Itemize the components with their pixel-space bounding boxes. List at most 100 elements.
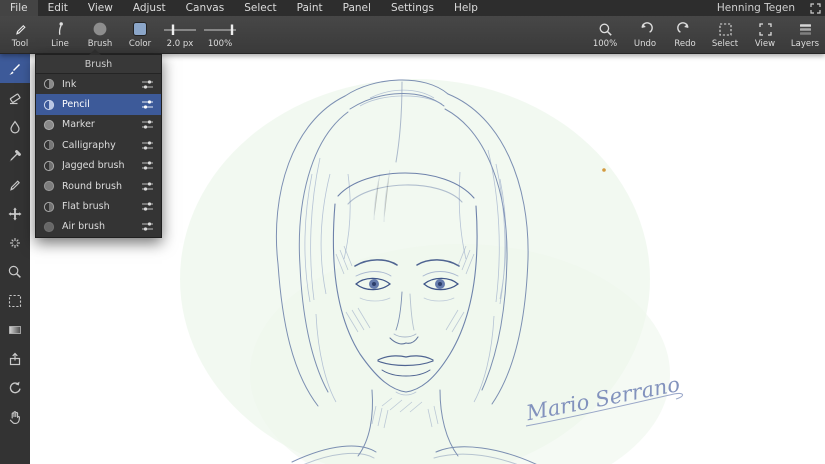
menu-settings[interactable]: Settings bbox=[381, 0, 444, 16]
brush-settings-icon[interactable] bbox=[141, 181, 154, 192]
brush-item-label: Flat brush bbox=[62, 201, 134, 212]
magnifier-icon bbox=[598, 21, 613, 38]
menu-bar: File Edit View Adjust Canvas Select Pain… bbox=[0, 0, 825, 16]
brush-dropdown-panel: Brush Ink Pencil Marker Calligraphy Jagg… bbox=[35, 54, 162, 238]
menu-select[interactable]: Select bbox=[234, 0, 286, 16]
brush-settings-icon[interactable] bbox=[141, 99, 154, 110]
layers-icon bbox=[798, 21, 813, 38]
frame-icon bbox=[758, 21, 773, 38]
panel-arrow bbox=[89, 49, 101, 55]
view-button[interactable]: View bbox=[745, 16, 785, 53]
zoom-value: 100% bbox=[593, 40, 617, 49]
sidebar-pencil-tool[interactable] bbox=[0, 170, 30, 199]
slider-icon bbox=[203, 21, 237, 38]
brush-item-round-brush[interactable]: Round brush bbox=[36, 176, 161, 196]
brush-tip-icon bbox=[43, 99, 55, 111]
marquee-icon bbox=[718, 21, 733, 38]
brush-item-marker[interactable]: Marker bbox=[36, 115, 161, 135]
sidebar-gradient-tool[interactable] bbox=[0, 315, 30, 344]
line-label: Line bbox=[51, 40, 69, 49]
share-icon bbox=[7, 351, 23, 367]
sidebar-magic-wand-tool[interactable] bbox=[0, 228, 30, 257]
brush-item-jagged-brush[interactable]: Jagged brush bbox=[36, 156, 161, 176]
fullscreen-icon[interactable] bbox=[805, 3, 825, 14]
brush-item-label: Jagged brush bbox=[62, 160, 134, 171]
layers-label: Layers bbox=[791, 40, 819, 49]
sidebar-eyedropper-tool[interactable] bbox=[0, 141, 30, 170]
menu-file[interactable]: File bbox=[0, 0, 38, 16]
brush-tip-icon bbox=[43, 180, 55, 192]
layers-button[interactable]: Layers bbox=[785, 16, 825, 53]
brush-settings-icon[interactable] bbox=[141, 119, 154, 130]
brush-item-label: Pencil bbox=[62, 99, 134, 110]
brush-item-label: Air brush bbox=[62, 221, 134, 232]
sidebar-smudge-tool[interactable] bbox=[0, 112, 30, 141]
gradient-icon bbox=[7, 322, 23, 338]
brush-preview-icon bbox=[92, 21, 108, 38]
brush-item-calligraphy[interactable]: Calligraphy bbox=[36, 135, 161, 155]
pencil-icon bbox=[13, 21, 28, 38]
sidebar-eraser-tool[interactable] bbox=[0, 83, 30, 112]
menu-canvas[interactable]: Canvas bbox=[176, 0, 235, 16]
sparkle-icon bbox=[7, 235, 23, 251]
brush-item-pencil[interactable]: Pencil bbox=[36, 94, 161, 114]
opacity-slider[interactable]: 100% bbox=[200, 16, 240, 53]
sidebar-hand-tool[interactable] bbox=[0, 402, 30, 431]
brush-settings-icon[interactable] bbox=[141, 140, 154, 151]
undo-label: Undo bbox=[634, 40, 656, 49]
brush-item-air-brush[interactable]: Air brush bbox=[36, 217, 161, 237]
stroke-size-slider[interactable]: 2.0 px bbox=[160, 16, 200, 53]
magnifier-icon bbox=[7, 264, 23, 280]
tool-button[interactable]: Tool bbox=[0, 16, 40, 53]
pencil-icon bbox=[7, 177, 23, 193]
brush-panel-title: Brush bbox=[36, 55, 161, 74]
sidebar-move-tool[interactable] bbox=[0, 199, 30, 228]
brush-item-flat-brush[interactable]: Flat brush bbox=[36, 196, 161, 216]
brush-tip-icon bbox=[43, 201, 55, 213]
marquee-icon bbox=[7, 293, 23, 309]
move-icon bbox=[7, 206, 23, 222]
rotate-ccw-icon bbox=[7, 380, 23, 396]
brush-item-ink[interactable]: Ink bbox=[36, 74, 161, 94]
brush-tip-icon bbox=[43, 160, 55, 172]
brush-item-label: Marker bbox=[62, 119, 134, 130]
select-button[interactable]: Select bbox=[705, 16, 745, 53]
brush-item-label: Calligraphy bbox=[62, 140, 134, 151]
redo-icon bbox=[677, 21, 693, 38]
sidebar-rect-select-tool[interactable] bbox=[0, 286, 30, 315]
menu-help[interactable]: Help bbox=[444, 0, 488, 16]
brush-settings-icon[interactable] bbox=[141, 79, 154, 90]
brush-button[interactable]: Brush bbox=[80, 16, 120, 53]
sidebar-export-tool[interactable] bbox=[0, 344, 30, 373]
brush-settings-icon[interactable] bbox=[141, 221, 154, 232]
sidebar-rotate-tool[interactable] bbox=[0, 373, 30, 402]
menu-paint[interactable]: Paint bbox=[287, 0, 333, 16]
menu-panel[interactable]: Panel bbox=[333, 0, 381, 16]
brush-icon bbox=[7, 61, 23, 77]
line-button[interactable]: Line bbox=[40, 16, 80, 53]
undo-button[interactable]: Undo bbox=[625, 16, 665, 53]
toolbar-spacer bbox=[240, 16, 585, 53]
brush-tip-icon bbox=[43, 78, 55, 90]
brush-settings-icon[interactable] bbox=[141, 160, 154, 171]
username-label: Henning Tegen bbox=[707, 2, 805, 14]
eraser-icon bbox=[7, 90, 23, 106]
undo-icon bbox=[637, 21, 653, 38]
brush-settings-icon[interactable] bbox=[141, 201, 154, 212]
brush-item-label: Ink bbox=[62, 79, 134, 90]
droplet-icon bbox=[7, 119, 23, 135]
sidebar-zoom-tool[interactable] bbox=[0, 257, 30, 286]
menu-adjust[interactable]: Adjust bbox=[123, 0, 176, 16]
stroke-icon bbox=[53, 21, 68, 38]
sidebar-brush-tool[interactable] bbox=[0, 54, 30, 83]
menu-view[interactable]: View bbox=[78, 0, 123, 16]
zoom-button[interactable]: 100% bbox=[585, 16, 625, 53]
toolbar: Tool Line Brush Color 2.0 px 100% 100% bbox=[0, 16, 825, 54]
color-swatch bbox=[133, 22, 147, 36]
tool-sidebar bbox=[0, 54, 30, 464]
brush-tip-icon bbox=[43, 119, 55, 131]
color-button[interactable]: Color bbox=[120, 16, 160, 53]
menu-edit[interactable]: Edit bbox=[38, 0, 78, 16]
view-label: View bbox=[755, 40, 775, 49]
redo-button[interactable]: Redo bbox=[665, 16, 705, 53]
